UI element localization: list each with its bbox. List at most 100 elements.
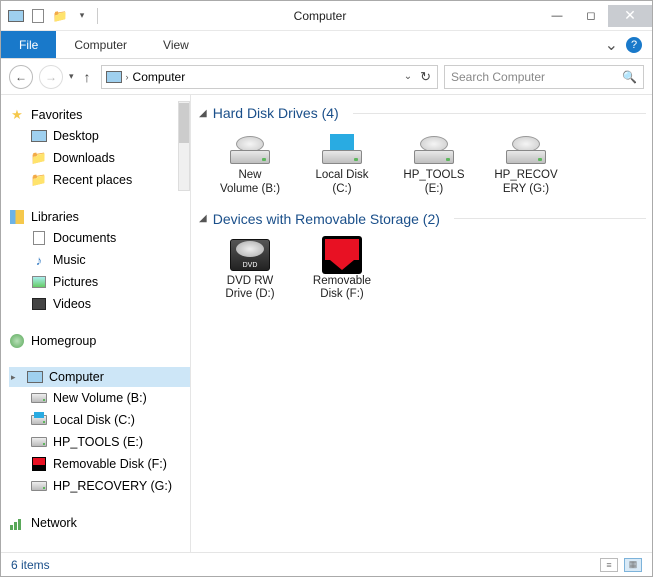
tile-label: New: [238, 169, 261, 183]
drive-tile-dvd-rw-d[interactable]: DVD DVD RW Drive (D:): [209, 235, 291, 303]
details-view-button[interactable]: ≡: [600, 558, 618, 572]
libraries-node[interactable]: Libraries: [9, 207, 190, 227]
sidebar-item-removable-disk-f[interactable]: Removable Disk (F:): [9, 453, 190, 475]
collapse-icon[interactable]: ◢: [199, 108, 207, 119]
view-switcher: ≡ ▦: [600, 558, 642, 572]
sidebar-item-hp-recovery-g[interactable]: HP_RECOVERY (G:): [9, 475, 190, 497]
network-node[interactable]: Network: [9, 513, 190, 533]
address-crumb-icon[interactable]: ›: [126, 72, 129, 82]
search-placeholder: Search Computer: [451, 70, 545, 84]
content-pane[interactable]: ◢ Hard Disk Drives (4) New Volume (B:) L…: [191, 95, 652, 552]
maximize-button[interactable]: ◻: [574, 5, 608, 27]
navigation-pane: ★ Favorites Desktop 📁Downloads 📁 Recent p…: [1, 95, 191, 552]
drive-tile-new-volume-b[interactable]: New Volume (B:): [209, 129, 291, 197]
sidebar-item-label: HP_TOOLS (E:): [53, 435, 143, 449]
tiles-view-button[interactable]: ▦: [624, 558, 642, 572]
favorites-node[interactable]: ★ Favorites: [9, 105, 190, 125]
document-icon: [31, 230, 47, 246]
sidebar-item-label: Music: [53, 253, 86, 267]
tile-label: (E:): [425, 183, 444, 197]
dvd-drive-icon: DVD: [228, 235, 272, 275]
section-title: Hard Disk Drives (4): [213, 105, 339, 121]
sidebar-item-label: Documents: [53, 231, 116, 245]
sidebar-item-label: Downloads: [53, 151, 115, 165]
tab-computer[interactable]: Computer: [56, 31, 145, 58]
homegroup-node[interactable]: Homegroup: [9, 331, 190, 351]
hdd-icon: [504, 129, 548, 169]
windows-hdd-icon: [320, 129, 364, 169]
address-dropdown-icon[interactable]: ⌄: [404, 71, 412, 82]
tile-label: (C:): [332, 183, 351, 197]
computer-icon[interactable]: [7, 7, 25, 25]
close-button[interactable]: ✕: [608, 5, 652, 27]
body: ★ Favorites Desktop 📁Downloads 📁 Recent p…: [1, 95, 652, 552]
drive-tile-hp-recovery-g[interactable]: HP_RECOV ERY (G:): [485, 129, 567, 197]
sidebar-item-hp-tools-e[interactable]: HP_TOOLS (E:): [9, 431, 190, 453]
section-header-hdd[interactable]: ◢ Hard Disk Drives (4): [199, 105, 646, 121]
refresh-button[interactable]: ↻: [418, 69, 433, 85]
recent-locations-icon[interactable]: ▾: [69, 71, 74, 82]
sidebar-item-label: Desktop: [53, 129, 99, 143]
sidebar-item-label: Recent places: [53, 173, 132, 187]
sidebar-item-new-volume-b[interactable]: New Volume (B:): [9, 387, 190, 409]
new-folder-icon[interactable]: 📁: [51, 7, 69, 25]
drive-icon: [31, 478, 47, 494]
tab-view[interactable]: View: [145, 31, 207, 58]
status-text: 6 items: [11, 558, 50, 572]
drive-icon: [31, 434, 47, 450]
back-button[interactable]: ←: [9, 65, 33, 89]
sidebar-item-label: HP_RECOVERY (G:): [53, 479, 172, 493]
forward-button[interactable]: →: [39, 65, 63, 89]
up-button[interactable]: ↑: [80, 69, 95, 85]
file-tab[interactable]: File: [1, 31, 56, 58]
sidebar-item-local-disk-c[interactable]: Local Disk (C:): [9, 409, 190, 431]
sidebar-item-label: Local Disk (C:): [53, 413, 135, 427]
drive-tile-removable-disk-f[interactable]: Removable Disk (F:): [301, 235, 383, 303]
drive-icon: [31, 390, 47, 406]
expand-icon[interactable]: ▸: [11, 372, 21, 383]
section-title: Devices with Removable Storage (2): [213, 211, 440, 227]
quick-access-toolbar: 📁 ▾: [1, 7, 100, 25]
tile-label: Disk (F:): [320, 288, 363, 302]
removable-disk-icon: [31, 456, 47, 472]
window-title: Computer: [100, 9, 540, 23]
sidebar-item-music[interactable]: ♪ Music: [9, 249, 190, 271]
nav-scrollbar[interactable]: [178, 101, 190, 191]
music-icon: ♪: [31, 252, 47, 268]
videos-icon: [31, 296, 47, 312]
properties-icon[interactable]: [29, 7, 47, 25]
sidebar-item-pictures[interactable]: Pictures: [9, 271, 190, 293]
address-text[interactable]: Computer: [133, 70, 186, 84]
search-icon[interactable]: 🔍: [622, 70, 637, 84]
drive-tile-hp-tools-e[interactable]: HP_TOOLS (E:): [393, 129, 475, 197]
sidebar-item-downloads[interactable]: 📁Downloads: [9, 147, 190, 169]
search-input[interactable]: Search Computer 🔍: [444, 65, 644, 89]
sidebar-item-label: Removable Disk (F:): [53, 457, 167, 471]
window-controls: — ◻ ✕: [540, 5, 652, 27]
removable-grid: DVD DVD RW Drive (D:) Removable Disk (F:…: [197, 235, 646, 303]
tile-label: Volume (B:): [220, 183, 280, 197]
minimize-button[interactable]: —: [540, 5, 574, 27]
collapse-icon[interactable]: ◢: [199, 213, 207, 224]
sidebar-item-desktop[interactable]: Desktop: [9, 125, 190, 147]
section-rule: [454, 218, 646, 219]
section-header-removable[interactable]: ◢ Devices with Removable Storage (2): [199, 211, 646, 227]
address-bar[interactable]: › Computer ⌄ ↻: [101, 65, 438, 89]
sidebar-item-documents[interactable]: Documents: [9, 227, 190, 249]
star-icon: ★: [9, 107, 25, 123]
sidebar-item-videos[interactable]: Videos: [9, 293, 190, 315]
tile-label: DVD RW: [227, 275, 273, 289]
folder-icon: 📁: [31, 172, 47, 188]
drive-tile-local-disk-c[interactable]: Local Disk (C:): [301, 129, 383, 197]
navigation-bar: ← → ▾ ↑ › Computer ⌄ ↻ Search Computer 🔍: [1, 59, 652, 95]
hdd-icon: [412, 129, 456, 169]
address-computer-icon: [106, 69, 122, 85]
sidebar-item-label: Videos: [53, 297, 91, 311]
help-icon[interactable]: ?: [626, 37, 642, 53]
homegroup-icon: [9, 333, 25, 349]
qat-dropdown-icon[interactable]: ▾: [73, 7, 91, 25]
sidebar-item-recent-places[interactable]: 📁 Recent places: [9, 169, 190, 191]
favorites-label: Favorites: [31, 108, 82, 122]
ribbon-expand-icon[interactable]: ⌄: [605, 35, 618, 55]
computer-node[interactable]: ▸ Computer: [9, 367, 190, 387]
